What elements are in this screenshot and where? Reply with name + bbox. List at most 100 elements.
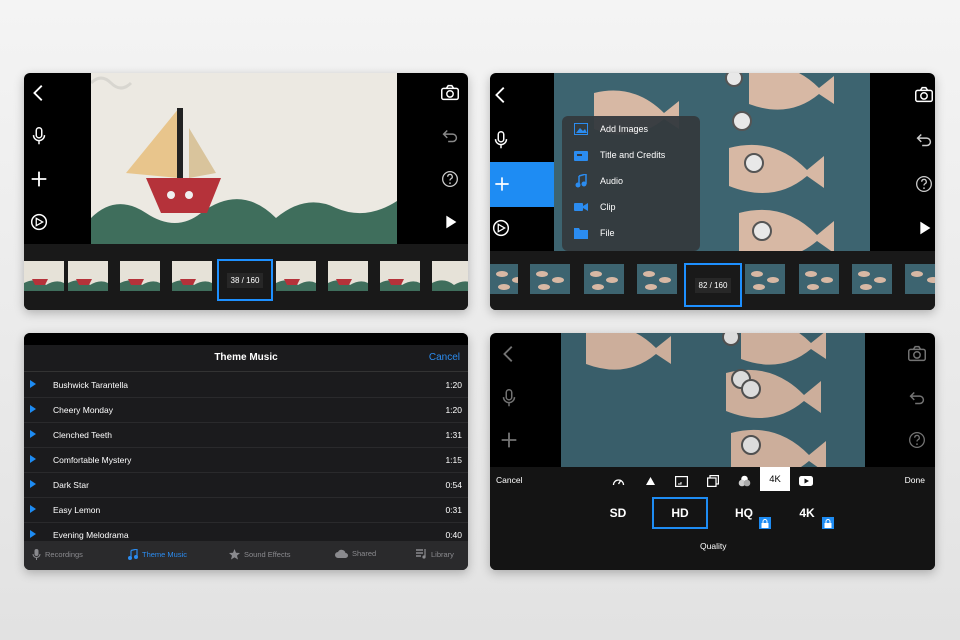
camera-icon[interactable] bbox=[911, 82, 935, 108]
track-name: Cheery Monday bbox=[53, 405, 114, 415]
track-row[interactable]: Dark Star 0:54 bbox=[24, 472, 468, 498]
track-row[interactable]: Easy Lemon 0:31 bbox=[24, 497, 468, 523]
help-icon[interactable] bbox=[911, 171, 935, 197]
youtube-icon[interactable] bbox=[796, 471, 816, 491]
tab-shared[interactable]: Shared bbox=[335, 549, 376, 558]
tab-label: Recordings bbox=[45, 550, 83, 559]
menu-item-file[interactable]: File bbox=[562, 220, 700, 246]
timeline-filmstrip[interactable]: 38 / 160 bbox=[24, 244, 468, 310]
color-filter-icon[interactable] bbox=[734, 471, 754, 491]
page-title: Theme Music bbox=[214, 352, 278, 363]
tab-theme-music[interactable]: Theme Music bbox=[128, 549, 187, 560]
clip-thumbnail[interactable] bbox=[799, 264, 839, 294]
camera-icon[interactable] bbox=[904, 341, 930, 367]
menu-label: Add Images bbox=[600, 124, 649, 134]
layers-icon[interactable] bbox=[703, 471, 723, 491]
track-row[interactable]: Cheery Monday 1:20 bbox=[24, 397, 468, 423]
timeline-filmstrip[interactable]: 82 / 160 bbox=[490, 251, 935, 310]
done-button[interactable]: Done bbox=[905, 475, 925, 485]
status-bar bbox=[24, 333, 468, 345]
menu-item-title-and-credits[interactable]: Title and Credits bbox=[562, 142, 700, 168]
clip-thumbnail[interactable] bbox=[905, 264, 935, 294]
tab-label: Sound Effects bbox=[244, 550, 291, 559]
add-icon[interactable] bbox=[26, 166, 52, 192]
tab-label: Library bbox=[431, 549, 454, 559]
track-name: Dark Star bbox=[53, 480, 89, 490]
video-preview bbox=[91, 73, 397, 244]
play-icon[interactable] bbox=[30, 380, 36, 388]
music-note-icon bbox=[128, 549, 138, 560]
current-clip-counter[interactable]: 38 / 160 bbox=[217, 259, 273, 301]
clip-thumbnail[interactable] bbox=[745, 264, 785, 294]
cancel-button[interactable]: Cancel bbox=[496, 475, 522, 485]
play-icon[interactable] bbox=[30, 455, 36, 463]
track-duration: 1:20 bbox=[445, 405, 462, 415]
add-icon[interactable] bbox=[496, 427, 522, 453]
tab-library[interactable]: Library bbox=[416, 549, 454, 559]
play-icon[interactable] bbox=[911, 215, 935, 241]
clip-thumbnail[interactable] bbox=[530, 264, 570, 294]
tab-label: Theme Music bbox=[142, 550, 188, 559]
back-icon[interactable] bbox=[496, 341, 522, 367]
undo-icon[interactable] bbox=[904, 385, 930, 411]
clip-thumbnail[interactable] bbox=[380, 261, 420, 291]
play-icon[interactable] bbox=[30, 480, 36, 488]
back-icon[interactable] bbox=[490, 82, 514, 108]
undo-icon[interactable] bbox=[437, 123, 463, 149]
cancel-button[interactable]: Cancel bbox=[429, 352, 460, 363]
track-duration: 1:15 bbox=[445, 455, 462, 465]
images-icon bbox=[574, 122, 588, 136]
clip-thumbnail[interactable] bbox=[276, 261, 316, 291]
clip-thumbnail[interactable] bbox=[328, 261, 368, 291]
add-button-active[interactable] bbox=[490, 162, 554, 207]
export-quality-panel: Cancel Done 4K SD HD HQ 4K Quality bbox=[490, 333, 935, 570]
aspect-ratio-icon[interactable] bbox=[671, 471, 691, 491]
play-icon[interactable] bbox=[30, 405, 36, 413]
title-card-icon bbox=[574, 148, 588, 162]
back-icon[interactable] bbox=[26, 80, 52, 106]
clip-thumbnail[interactable] bbox=[432, 261, 468, 291]
track-name: Comfortable Mystery bbox=[53, 455, 132, 465]
track-duration: 0:40 bbox=[445, 530, 462, 540]
tab-recordings[interactable]: Recordings bbox=[32, 549, 83, 560]
clip-counter-text: 38 / 160 bbox=[226, 272, 264, 288]
quality-option-sd[interactable]: SD bbox=[590, 497, 646, 529]
settings-icon[interactable] bbox=[26, 209, 52, 235]
microphone-icon[interactable] bbox=[496, 385, 522, 411]
track-row[interactable]: Clenched Teeth 1:31 bbox=[24, 422, 468, 448]
clip-thumbnail[interactable] bbox=[172, 261, 212, 291]
play-icon[interactable] bbox=[30, 530, 36, 538]
microphone-icon[interactable] bbox=[26, 123, 52, 149]
theme-music-panel: Theme Music Cancel Bushwick Tarantella 1… bbox=[24, 333, 468, 570]
clip-thumbnail[interactable] bbox=[490, 264, 518, 294]
menu-item-audio[interactable]: Audio bbox=[562, 168, 700, 194]
clip-thumbnail[interactable] bbox=[584, 264, 624, 294]
play-icon[interactable] bbox=[30, 505, 36, 513]
help-icon[interactable] bbox=[904, 427, 930, 453]
track-name: Evening Melodrama bbox=[53, 530, 129, 540]
undo-icon[interactable] bbox=[911, 127, 935, 153]
clip-thumbnail[interactable] bbox=[24, 261, 64, 291]
speed-icon[interactable] bbox=[608, 471, 628, 491]
track-row[interactable]: Comfortable Mystery 1:15 bbox=[24, 447, 468, 473]
tab-sound-effects[interactable]: Sound Effects bbox=[229, 549, 291, 560]
menu-item-clip[interactable]: Clip bbox=[562, 194, 700, 220]
clip-thumbnail[interactable] bbox=[68, 261, 108, 291]
current-clip-counter[interactable]: 82 / 160 bbox=[684, 263, 742, 307]
help-icon[interactable] bbox=[437, 166, 463, 192]
settings-icon[interactable] bbox=[490, 215, 514, 241]
triangle-icon[interactable] bbox=[640, 471, 660, 491]
play-icon[interactable] bbox=[30, 430, 36, 438]
clip-thumbnail[interactable] bbox=[852, 264, 892, 294]
resolution-tab[interactable]: 4K bbox=[760, 467, 790, 491]
video-camera-icon bbox=[574, 200, 588, 214]
microphone-icon[interactable] bbox=[490, 127, 514, 153]
camera-icon[interactable] bbox=[437, 80, 463, 106]
quality-option-hd[interactable]: HD bbox=[652, 497, 708, 529]
clip-thumbnail[interactable] bbox=[120, 261, 160, 291]
play-icon[interactable] bbox=[437, 209, 463, 235]
menu-item-add-images[interactable]: Add Images bbox=[562, 116, 700, 142]
track-row[interactable]: Bushwick Tarantella 1:20 bbox=[24, 372, 468, 398]
clip-thumbnail[interactable] bbox=[637, 264, 677, 294]
add-icon bbox=[495, 177, 509, 191]
